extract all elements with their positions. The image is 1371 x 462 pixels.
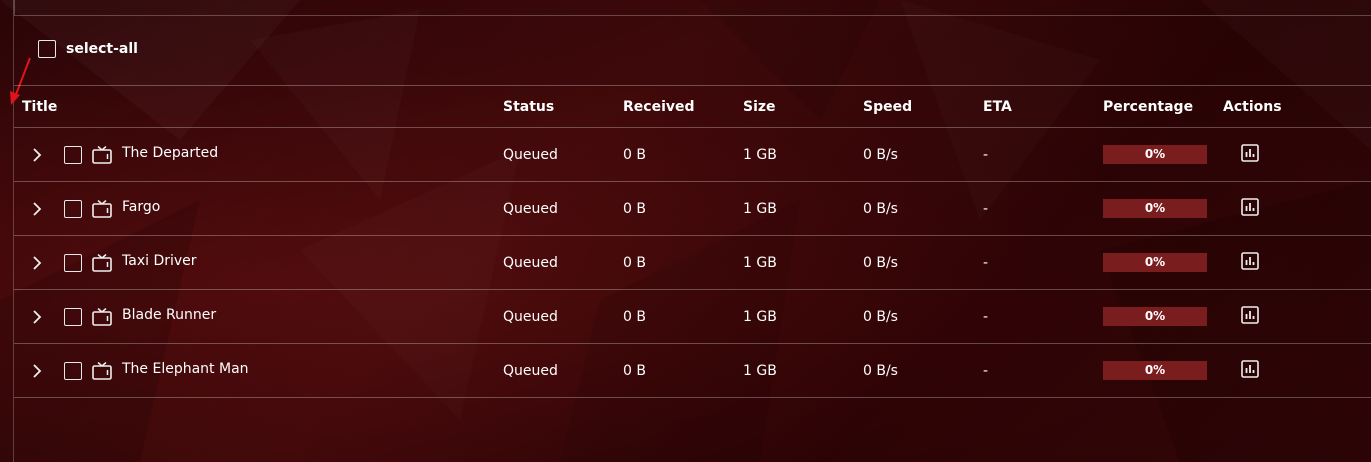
progress-label: 0% bbox=[1144, 309, 1166, 323]
row-percentage-cell: 0% bbox=[1103, 289, 1223, 344]
column-title[interactable]: Title bbox=[14, 85, 503, 128]
row-checkbox[interactable] bbox=[64, 253, 82, 272]
row-speed: 0 B/s bbox=[863, 181, 983, 236]
table-row[interactable]: Taxi Driver Queued 0 B 1 GB 0 B/s - 0% bbox=[14, 235, 1371, 290]
title-cell: The Departed bbox=[14, 127, 503, 182]
bar-chart-icon[interactable] bbox=[1241, 359, 1259, 378]
progress-label: 0% bbox=[1144, 255, 1166, 269]
title-cell: Taxi Driver bbox=[14, 235, 503, 290]
row-status: Queued bbox=[503, 289, 623, 344]
row-status: Queued bbox=[503, 127, 623, 182]
column-speed[interactable]: Speed bbox=[863, 85, 983, 128]
select-all-control[interactable]: select-all bbox=[38, 40, 138, 58]
row-checkbox[interactable] bbox=[64, 361, 82, 380]
row-percentage-cell: 0% bbox=[1103, 235, 1223, 290]
row-received: 0 B bbox=[623, 289, 743, 344]
row-received: 0 B bbox=[623, 127, 743, 182]
row-size: 1 GB bbox=[743, 289, 863, 344]
torrent-table: Title Status Received Size Speed ETA Per… bbox=[14, 85, 1371, 398]
row-speed: 0 B/s bbox=[863, 289, 983, 344]
top-panel-edge bbox=[14, 0, 1371, 16]
chevron-right-icon[interactable] bbox=[30, 363, 44, 378]
table-row[interactable]: Fargo Queued 0 B 1 GB 0 B/s - 0% bbox=[14, 181, 1371, 236]
row-received: 0 B bbox=[623, 181, 743, 236]
column-percentage[interactable]: Percentage bbox=[1103, 85, 1223, 128]
row-eta: - bbox=[983, 181, 1103, 236]
row-actions bbox=[1223, 127, 1371, 182]
row-checkbox[interactable] bbox=[64, 145, 82, 164]
chevron-right-icon[interactable] bbox=[30, 309, 44, 324]
row-speed: 0 B/s bbox=[863, 127, 983, 182]
row-checkbox[interactable] bbox=[64, 307, 82, 326]
chevron-right-icon[interactable] bbox=[30, 201, 44, 216]
column-status[interactable]: Status bbox=[503, 85, 623, 128]
row-size: 1 GB bbox=[743, 343, 863, 398]
progress-label: 0% bbox=[1144, 201, 1166, 215]
title-cell: The Elephant Man bbox=[14, 343, 503, 398]
tv-icon bbox=[92, 307, 112, 326]
tv-icon bbox=[92, 253, 112, 272]
row-percentage-cell: 0% bbox=[1103, 181, 1223, 236]
chevron-right-icon[interactable] bbox=[30, 255, 44, 270]
table-row[interactable]: The Departed Queued 0 B 1 GB 0 B/s - 0% bbox=[14, 127, 1371, 182]
row-eta: - bbox=[983, 343, 1103, 398]
bar-chart-icon[interactable] bbox=[1241, 143, 1259, 162]
progress-bar: 0% bbox=[1103, 307, 1207, 326]
row-percentage-cell: 0% bbox=[1103, 343, 1223, 398]
chevron-right-icon[interactable] bbox=[30, 147, 44, 162]
progress-bar: 0% bbox=[1103, 199, 1207, 218]
row-actions bbox=[1223, 235, 1371, 290]
row-status: Queued bbox=[503, 181, 623, 236]
row-eta: - bbox=[983, 127, 1103, 182]
title-cell: Blade Runner bbox=[14, 289, 503, 344]
bar-chart-icon[interactable] bbox=[1241, 197, 1259, 216]
title-cell: Fargo bbox=[14, 181, 503, 236]
row-size: 1 GB bbox=[743, 127, 863, 182]
bar-chart-icon[interactable] bbox=[1241, 251, 1259, 270]
row-received: 0 B bbox=[623, 235, 743, 290]
row-title: Fargo bbox=[122, 198, 161, 215]
tv-icon bbox=[92, 145, 112, 164]
row-actions bbox=[1223, 289, 1371, 344]
row-title: The Elephant Man bbox=[122, 360, 249, 377]
column-received[interactable]: Received bbox=[623, 85, 743, 128]
row-speed: 0 B/s bbox=[863, 235, 983, 290]
row-checkbox[interactable] bbox=[64, 199, 82, 218]
tv-icon bbox=[92, 361, 112, 380]
row-size: 1 GB bbox=[743, 181, 863, 236]
select-all-checkbox[interactable] bbox=[38, 40, 56, 58]
table-row[interactable]: The Elephant Man Queued 0 B 1 GB 0 B/s -… bbox=[14, 343, 1371, 398]
row-status: Queued bbox=[503, 343, 623, 398]
progress-bar: 0% bbox=[1103, 253, 1207, 272]
row-percentage-cell: 0% bbox=[1103, 127, 1223, 182]
progress-bar: 0% bbox=[1103, 145, 1207, 164]
row-title: Taxi Driver bbox=[122, 252, 197, 269]
progress-label: 0% bbox=[1144, 363, 1166, 377]
row-size: 1 GB bbox=[743, 235, 863, 290]
row-title: The Departed bbox=[122, 144, 219, 161]
row-eta: - bbox=[983, 289, 1103, 344]
row-eta: - bbox=[983, 235, 1103, 290]
column-actions: Actions bbox=[1223, 85, 1371, 128]
row-speed: 0 B/s bbox=[863, 343, 983, 398]
row-status: Queued bbox=[503, 235, 623, 290]
column-eta[interactable]: ETA bbox=[983, 85, 1103, 128]
progress-label: 0% bbox=[1144, 147, 1166, 161]
table-header-row: Title Status Received Size Speed ETA Per… bbox=[14, 85, 1371, 128]
bar-chart-icon[interactable] bbox=[1241, 305, 1259, 324]
row-received: 0 B bbox=[623, 343, 743, 398]
row-actions bbox=[1223, 343, 1371, 398]
select-all-label: select-all bbox=[66, 41, 138, 57]
progress-bar: 0% bbox=[1103, 361, 1207, 380]
row-actions bbox=[1223, 181, 1371, 236]
row-title: Blade Runner bbox=[122, 306, 217, 323]
column-size[interactable]: Size bbox=[743, 85, 863, 128]
tv-icon bbox=[92, 199, 112, 218]
table-row[interactable]: Blade Runner Queued 0 B 1 GB 0 B/s - 0% bbox=[14, 289, 1371, 344]
